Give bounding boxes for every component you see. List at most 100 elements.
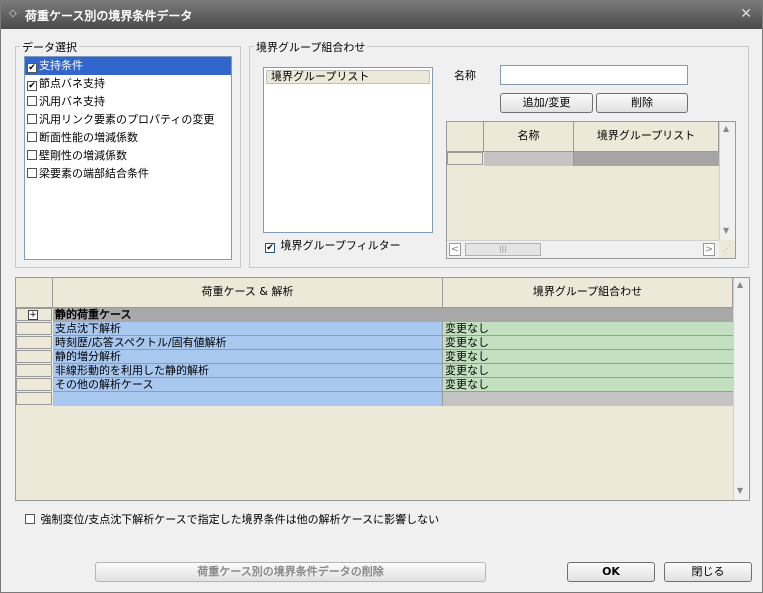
boundary-filter[interactable]: ✔ 境界グループフィルター xyxy=(265,239,401,253)
collapse-icon[interactable]: ◇ xyxy=(9,8,17,19)
data-selection-item[interactable]: ✔ 支持条件 xyxy=(25,57,231,75)
combo-table-cell-list[interactable] xyxy=(574,152,719,166)
close-icon[interactable]: ✕ xyxy=(740,6,752,22)
combo-table-header-list[interactable]: 境界グループリスト xyxy=(574,122,719,152)
title-bar: ◇ 荷重ケース別の境界条件データ ✕ xyxy=(1,1,762,29)
data-selection-item-label: 断面性能の増減係数 xyxy=(39,131,138,144)
data-selection-item[interactable]: 壁剛性の増減係数 xyxy=(25,147,231,165)
scroll-up-icon[interactable]: ▲ xyxy=(723,124,729,133)
scroll-down-icon[interactable]: ▼ xyxy=(723,226,729,235)
combo-table-header-name-label: 名称 xyxy=(517,129,540,142)
load-case-row-header[interactable] xyxy=(16,364,52,377)
no-effect-checkbox[interactable] xyxy=(25,514,35,524)
data-selection-checkbox[interactable]: ✔ xyxy=(27,63,37,73)
load-case-combo-cell[interactable]: 変更なし xyxy=(443,378,733,392)
close-button[interactable]: 閉じる xyxy=(664,562,752,582)
load-scroll-up-icon[interactable]: ▲ xyxy=(737,280,743,289)
no-effect-label: 強制変位/支点沈下解析ケースで指定した境界条件は他の解析ケースに影響しない xyxy=(40,513,440,526)
data-selection-checkbox[interactable] xyxy=(27,96,37,106)
expand-icon[interactable]: + xyxy=(28,310,38,320)
data-selection-checkbox[interactable]: ✔ xyxy=(27,81,37,91)
load-case-row-header[interactable] xyxy=(16,378,52,391)
resize-grip-icon[interactable]: ⋰ xyxy=(719,240,735,258)
load-case-name-cell[interactable]: 静的増分解析 xyxy=(53,350,443,364)
combo-table-corner xyxy=(447,122,484,152)
boundary-group-list-header-label: 境界グループリスト xyxy=(271,70,370,83)
data-selection-group: データ選択 ✔ 支持条件 ✔ 節点バネ支持 汎用バネ支持 汎用リンク要素のプロパティの変更… xyxy=(15,39,241,268)
data-selection-checkbox[interactable] xyxy=(27,150,37,160)
group-row-label-cell: 静的荷重ケース xyxy=(53,308,733,322)
scroll-right-icon[interactable]: > xyxy=(703,243,715,256)
load-grid-header-combo[interactable]: 境界グループ組合わせ xyxy=(443,278,733,308)
load-case-name-cell[interactable]: 非線形動的を利用した静的解析 xyxy=(53,364,443,378)
load-grid-corner xyxy=(16,278,53,308)
load-case-row-header[interactable] xyxy=(16,336,52,349)
empty-row-cell-a[interactable] xyxy=(53,392,443,406)
data-selection-checkbox[interactable] xyxy=(27,114,37,124)
delete-all-button[interactable]: 荷重ケース別の境界条件データの削除 xyxy=(95,562,486,582)
data-selection-item-label: 壁剛性の増減係数 xyxy=(39,149,127,162)
load-grid-header-combo-label: 境界グループ組合わせ xyxy=(532,285,643,298)
data-selection-item[interactable]: 梁要素の端部結合条件 xyxy=(25,165,231,183)
boundary-filter-checkbox[interactable]: ✔ xyxy=(265,243,275,253)
load-case-combo-cell[interactable]: 変更なし xyxy=(443,322,733,336)
combo-table-header-name[interactable]: 名称 xyxy=(484,122,574,152)
load-case-grid: 荷重ケース & 解析 境界グループ組合わせ + 静的荷重ケース 支点沈下解析 変更… xyxy=(15,277,750,501)
data-selection-item[interactable]: 汎用リンク要素のプロパティの変更 xyxy=(25,111,231,129)
combo-table: 名称 境界グループリスト ▲ ▼ < ||| > ⋰ xyxy=(446,121,736,259)
group-row-label: 静的荷重ケース xyxy=(55,308,132,321)
no-effect-option[interactable]: 強制変位/支点沈下解析ケースで指定した境界条件は他の解析ケースに影響しない xyxy=(25,513,439,527)
delete-all-label: 荷重ケース別の境界条件データの削除 xyxy=(197,565,384,578)
hscroll-thumb[interactable]: ||| xyxy=(465,243,541,256)
window-title: 荷重ケース別の境界条件データ xyxy=(25,9,193,23)
combo-table-vscroll[interactable]: ▲ ▼ xyxy=(719,122,735,240)
data-selection-item[interactable]: 断面性能の増減係数 xyxy=(25,129,231,147)
empty-row-cell-b[interactable] xyxy=(443,392,733,406)
load-case-row-header[interactable] xyxy=(16,322,52,335)
load-grid-vscroll[interactable]: ▲ ▼ xyxy=(733,278,749,500)
load-case-combo-cell[interactable]: 変更なし xyxy=(443,364,733,378)
group-row: + 静的荷重ケース xyxy=(16,308,733,322)
name-input[interactable] xyxy=(500,65,688,85)
group-row-header[interactable]: + xyxy=(16,308,52,321)
data-selection-item-label: 支持条件 xyxy=(39,59,83,72)
load-grid-header-case[interactable]: 荷重ケース & 解析 xyxy=(53,278,443,308)
name-label: 名称 xyxy=(454,69,476,82)
ok-button[interactable]: OK xyxy=(567,562,655,582)
delete-label: 削除 xyxy=(631,96,653,109)
load-grid-header-case-label: 荷重ケース & 解析 xyxy=(201,285,294,298)
empty-row-header[interactable] xyxy=(16,392,52,405)
load-case-combo-cell[interactable]: 変更なし xyxy=(443,336,733,350)
data-selection-item[interactable]: 汎用バネ支持 xyxy=(25,93,231,111)
load-case-name-cell[interactable]: 支点沈下解析 xyxy=(53,322,443,336)
data-selection-checkbox[interactable] xyxy=(27,168,37,178)
data-selection-item[interactable]: ✔ 節点バネ支持 xyxy=(25,75,231,93)
dialog-window: ◇ 荷重ケース別の境界条件データ ✕ データ選択 ✔ 支持条件 ✔ 節点バネ支持 汎用バ… xyxy=(0,0,763,593)
boundary-filter-label: 境界グループフィルター xyxy=(280,239,401,252)
add-change-label: 追加/変更 xyxy=(522,96,571,109)
boundary-combo-label: 境界グループ組合わせ xyxy=(254,39,368,55)
data-selection-item-label: 節点バネ支持 xyxy=(39,77,105,90)
data-selection-item-label: 汎用バネ支持 xyxy=(39,95,105,108)
combo-table-hscroll[interactable]: < ||| > xyxy=(447,240,719,258)
load-case-row-header[interactable] xyxy=(16,350,52,363)
load-case-name-cell[interactable]: その他の解析ケース xyxy=(53,378,443,392)
data-selection-checkbox[interactable] xyxy=(27,132,37,142)
load-case-combo-cell[interactable]: 変更なし xyxy=(443,350,733,364)
close-label: 閉じる xyxy=(691,565,725,578)
add-change-button[interactable]: 追加/変更 xyxy=(500,93,593,113)
combo-table-row-header[interactable] xyxy=(447,152,483,165)
boundary-combo-group: 境界グループ組合わせ 境界グループリスト ✔ 境界グループフィルター 名称 追加… xyxy=(249,39,749,268)
load-case-name-cell[interactable]: 時刻歴/応答スペクトル/固有値解析 xyxy=(53,336,443,350)
delete-button[interactable]: 削除 xyxy=(596,93,688,113)
scroll-left-icon[interactable]: < xyxy=(449,243,461,256)
data-selection-item-label: 梁要素の端部結合条件 xyxy=(39,167,149,180)
boundary-group-list-header: 境界グループリスト xyxy=(266,70,430,84)
data-selection-list[interactable]: ✔ 支持条件 ✔ 節点バネ支持 汎用バネ支持 汎用リンク要素のプロパティの変更 断面性能の増… xyxy=(24,56,232,260)
ok-label: OK xyxy=(602,565,620,578)
load-scroll-down-icon[interactable]: ▼ xyxy=(737,486,743,495)
data-selection-label: データ選択 xyxy=(20,39,79,55)
combo-table-cell-name[interactable] xyxy=(484,152,574,166)
combo-table-header-list-label: 境界グループリスト xyxy=(596,129,696,142)
boundary-group-list[interactable]: 境界グループリスト xyxy=(263,67,433,233)
